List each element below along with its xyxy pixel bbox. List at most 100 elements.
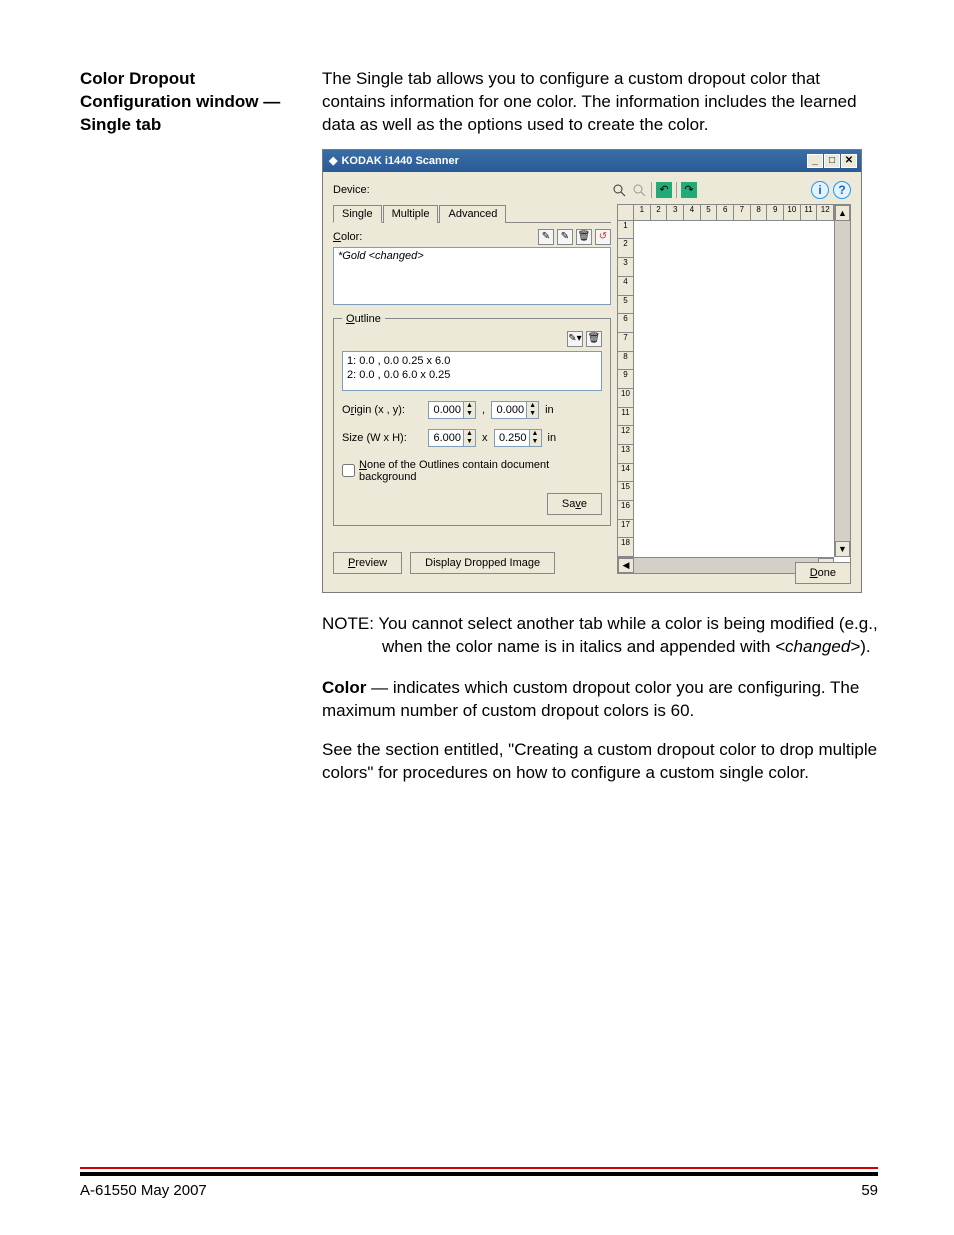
toolbar-separator [651,182,652,198]
ruler-tick: 12 [618,426,633,445]
outline-add-icon[interactable]: ✎▾ [567,331,583,347]
ruler-tick: 10 [784,205,801,220]
ruler-tick: 5 [701,205,718,220]
help-icon[interactable]: ? [833,181,851,199]
ruler-tick: 9 [618,370,633,389]
device-label: Device: [333,184,593,196]
page-footer: A-61550 May 2007 59 [80,1172,878,1199]
intro-paragraph: The Single tab allows you to configure a… [322,68,878,137]
origin-x-input[interactable] [428,401,464,419]
ruler-tick: 2 [618,239,633,258]
scroll-down-icon[interactable]: ▼ [835,541,850,557]
color-list[interactable]: *Gold <changed> [333,247,611,305]
color-paragraph: Color — indicates which custom dropout c… [322,677,878,723]
ruler-tick: 14 [618,464,633,483]
origin-unit: in [545,404,554,416]
ruler-horizontal: 1 2 3 4 5 6 7 8 9 10 11 12 [634,205,834,221]
ruler-tick: 9 [767,205,784,220]
ruler-tick: 15 [618,482,633,501]
origin-separator: , [482,404,485,416]
preview-button[interactable]: Preview [333,552,402,574]
ruler-tick: 18 [618,538,633,557]
outline-legend: Outline [342,313,385,325]
note-paragraph: NOTE: You cannot select another tab whil… [322,613,878,659]
outline-list[interactable]: 1: 0.0 , 0.0 0.25 x 6.0 2: 0.0 , 0.0 6.0… [342,351,602,391]
save-button[interactable]: Save [547,493,602,515]
outline-item[interactable]: 1: 0.0 , 0.0 0.25 x 6.0 [347,354,597,368]
color-reset-icon[interactable]: ↺ [595,229,611,245]
color-new-icon[interactable]: ✎ [538,229,554,245]
outline-item[interactable]: 2: 0.0 , 0.0 6.0 x 0.25 [347,368,597,382]
outline-fieldset: Outline ✎▾ 🗑 1: 0.0 , 0.0 0.25 x 6.0 2: … [333,313,611,526]
tab-single[interactable]: Single [333,205,382,223]
scroll-track[interactable] [634,558,818,573]
image-toolbar: ↶ ↷ [611,182,697,198]
origin-y-input[interactable] [491,401,527,419]
outline-delete-icon[interactable]: 🗑 [586,331,602,347]
size-separator: x [482,432,488,444]
see-paragraph: See the section entitled, "Creating a cu… [322,739,878,785]
scroll-up-icon[interactable]: ▲ [835,205,850,221]
color-rename-icon[interactable]: ✎ [557,229,573,245]
ruler-tick: 17 [618,520,633,539]
ruler-tick: 6 [717,205,734,220]
section-heading: Color Dropout Configuration window — Sin… [80,68,302,137]
ruler-vertical: 1 2 3 4 5 6 7 8 9 10 11 12 13 [618,221,634,557]
size-label: Size (W x H): [342,432,422,444]
size-h-spinner[interactable]: ▲▼ [494,429,542,447]
toolbar-separator [676,182,677,198]
zoom-in-icon[interactable] [611,182,627,198]
preview-canvas[interactable] [634,221,834,557]
rotate-left-icon[interactable]: ↶ [656,182,672,198]
ruler-tick: 10 [618,389,633,408]
origin-x-spinner[interactable]: ▲▼ [428,401,476,419]
origin-y-spinner[interactable]: ▲▼ [491,401,539,419]
ruler-corner [618,205,634,221]
ruler-tick: 3 [618,258,633,277]
titlebar: ◆ KODAK i1440 Scanner _ □ ✕ [323,150,861,172]
maximize-button[interactable]: □ [824,154,840,168]
ruler-tick: 4 [684,205,701,220]
ruler-tick: 12 [817,205,834,220]
vertical-scrollbar[interactable]: ▲ ▼ [834,205,850,557]
color-label: Color: [333,231,538,243]
tab-multiple[interactable]: Multiple [383,205,439,223]
ruler-tick: 6 [618,314,633,333]
footer-right: 59 [861,1182,878,1199]
minimize-button[interactable]: _ [807,154,823,168]
tab-strip: Single Multiple Advanced [333,204,611,223]
size-w-input[interactable] [428,429,464,447]
origin-label: Origin (x , y): [342,404,422,416]
display-dropped-button[interactable]: Display Dropped Image [410,552,555,574]
ruler-tick: 8 [618,352,633,371]
ruler-tick: 5 [618,296,633,315]
dialog-window: ◆ KODAK i1440 Scanner _ □ ✕ Device: ↶ [322,149,862,593]
about-icon[interactable]: i [811,181,829,199]
size-unit: in [548,432,557,444]
ruler-tick: 8 [751,205,768,220]
ruler-tick: 7 [734,205,751,220]
scroll-track[interactable] [835,221,850,541]
tab-advanced[interactable]: Advanced [439,205,506,223]
ruler-tick: 2 [651,205,668,220]
size-h-input[interactable] [494,429,530,447]
app-icon: ◆ [329,154,337,167]
close-button[interactable]: ✕ [841,154,857,168]
color-delete-icon[interactable]: 🗑 [576,229,592,245]
ruler-tick: 1 [618,221,633,240]
rotate-right-icon[interactable]: ↷ [681,182,697,198]
size-w-spinner[interactable]: ▲▼ [428,429,476,447]
ruler-tick: 3 [667,205,684,220]
window-title: KODAK i1440 Scanner [341,155,458,167]
zoom-out-icon[interactable] [631,182,647,198]
ruler-tick: 13 [618,445,633,464]
preview-area: 1 2 3 4 5 6 7 8 9 10 11 12 [617,204,851,574]
none-outlines-checkbox[interactable] [342,464,355,477]
scroll-left-icon[interactable]: ◀ [618,558,634,573]
done-button[interactable]: Done [795,562,851,584]
ruler-tick: 1 [634,205,651,220]
none-outlines-label: None of the Outlines contain document ba… [359,459,602,483]
ruler-tick: 4 [618,277,633,296]
ruler-tick: 11 [618,408,633,427]
ruler-tick: 7 [618,333,633,352]
